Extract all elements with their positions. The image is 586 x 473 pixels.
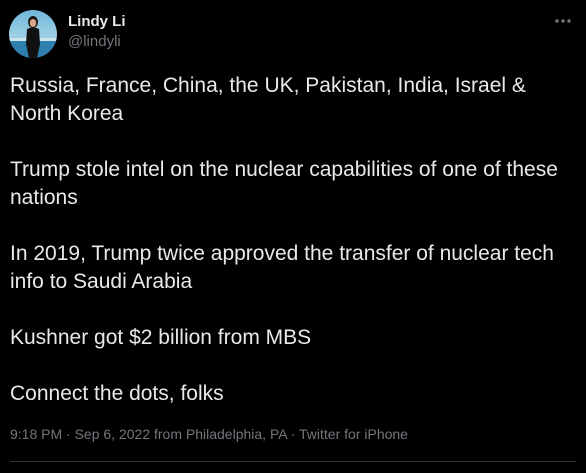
tweet-paragraph: Kushner got $2 billion from MBS — [10, 326, 312, 349]
meta-separator: · — [66, 426, 71, 442]
avatar[interactable] — [9, 10, 57, 58]
tweet-paragraph: Connect the dots, folks — [10, 382, 224, 405]
tweet-time[interactable]: 9:18 PM — [10, 426, 62, 442]
tweet-metadata: 9:18 PM · Sep 6, 2022 from Philadelphia,… — [10, 425, 408, 443]
author-block: Lindy Li @lindyli — [68, 12, 126, 52]
tweet-paragraph: Trump stole intel on the nuclear capabil… — [10, 158, 558, 209]
divider — [10, 461, 576, 462]
tweet-paragraph: Russia, France, China, the UK, Pakistan,… — [10, 74, 526, 125]
meta-separator: · — [290, 426, 296, 442]
author-handle[interactable]: @lindyli — [68, 32, 126, 52]
more-options-button[interactable] — [552, 12, 574, 30]
tweet-date[interactable]: Sep 6, 2022 — [75, 426, 151, 442]
author-display-name[interactable]: Lindy Li — [68, 12, 126, 32]
tweet-text: Russia, France, China, the UK, Pakistan,… — [10, 72, 578, 436]
tweet-location[interactable]: from Philadelphia, PA — [154, 426, 287, 442]
more-horizontal-icon — [555, 19, 571, 23]
tweet: Lindy Li @lindyli Russia, France, China,… — [0, 0, 586, 473]
tweet-source[interactable]: Twitter for iPhone — [299, 426, 408, 442]
tweet-paragraph: In 2019, Trump twice approved the transf… — [10, 242, 554, 293]
profile-photo — [9, 10, 57, 58]
